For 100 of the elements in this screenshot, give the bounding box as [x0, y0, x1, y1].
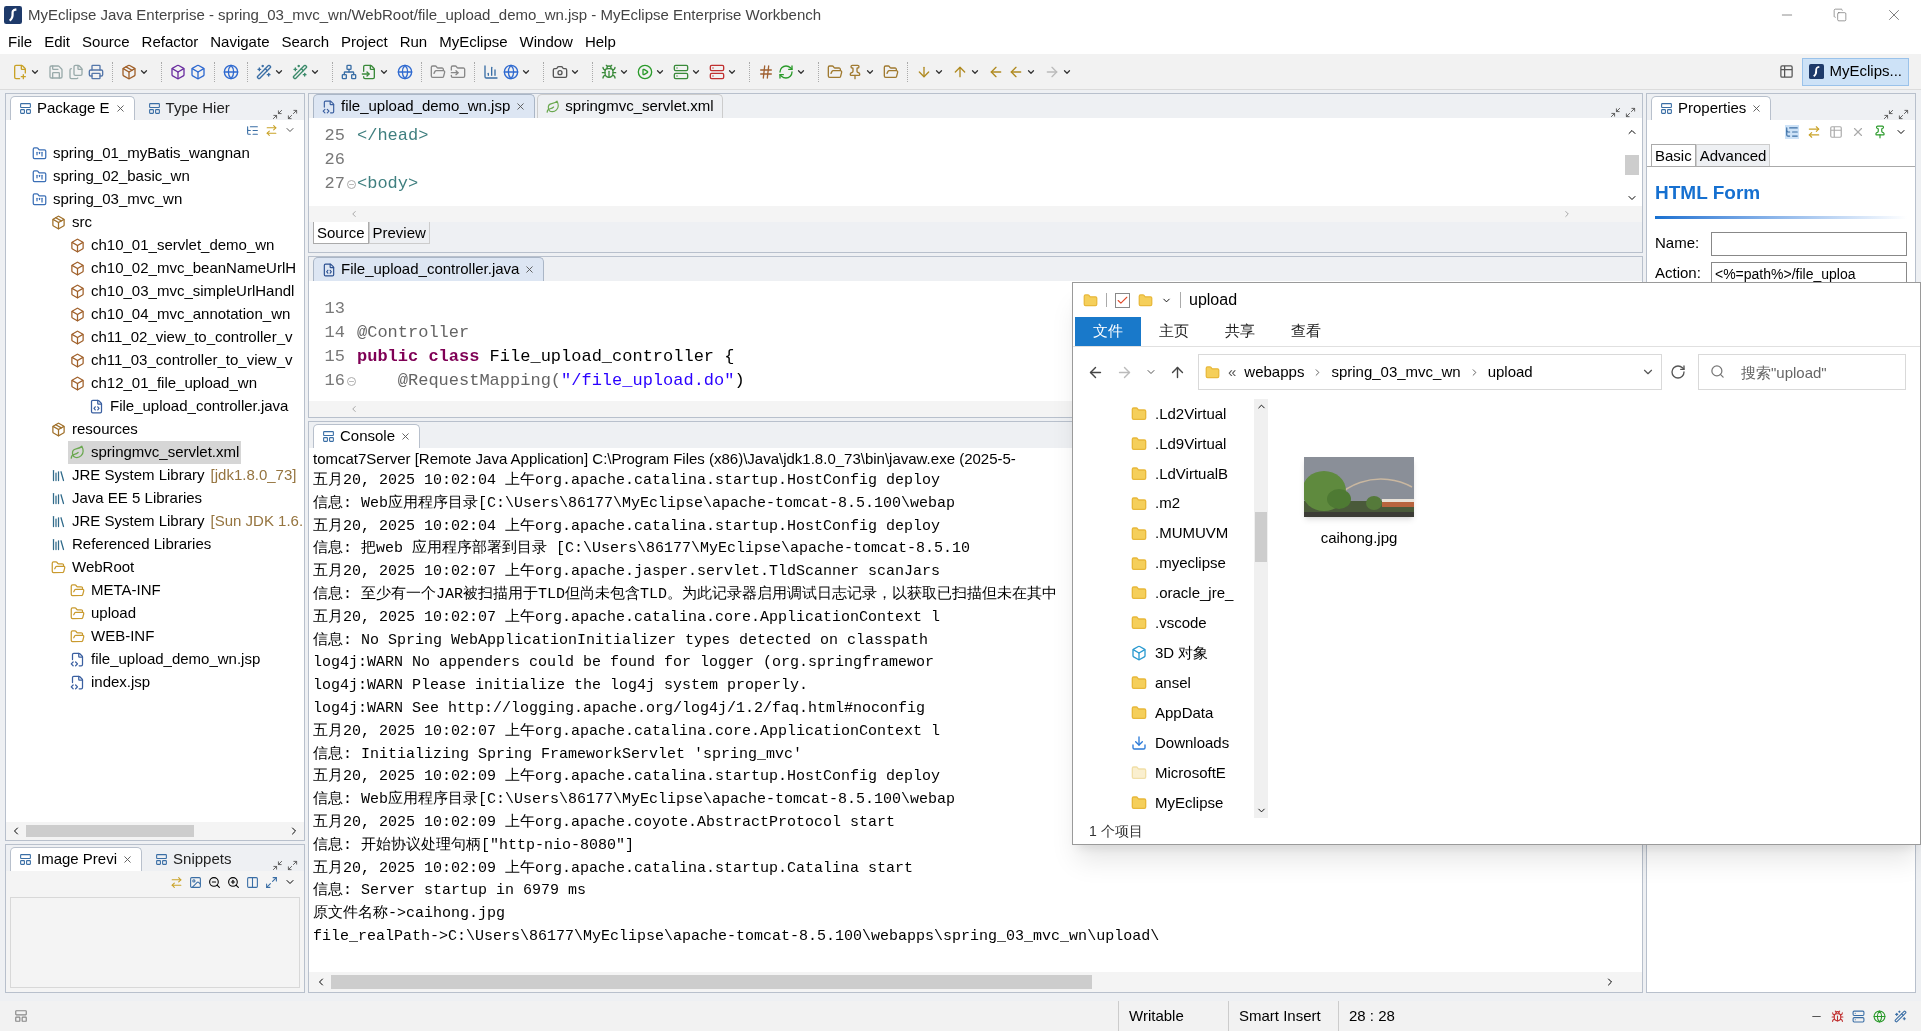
minimize-icon[interactable] [272, 860, 283, 871]
menu-item[interactable]: Project [335, 30, 394, 54]
zoom-out-icon[interactable] [208, 875, 221, 889]
menu-item[interactable]: Help [578, 30, 622, 54]
zoom-in-icon[interactable] [227, 875, 240, 889]
ribbon-tab[interactable]: 文件 [1075, 317, 1141, 346]
grid-icon[interactable] [758, 63, 774, 80]
minimize-icon[interactable] [1883, 109, 1894, 120]
minimize-icon[interactable] [1610, 107, 1621, 118]
editor-tab[interactable]: file_upload_demo_wn.jsp [313, 94, 536, 118]
close-icon[interactable] [524, 264, 536, 275]
nav-item[interactable]: .m2 [1131, 488, 1254, 519]
tree-item[interactable]: springmvc_servlet.xml [68, 441, 242, 464]
tree-item[interactable]: META-INF [68, 579, 163, 602]
nav-item[interactable]: .Ld9Virtual [1131, 428, 1254, 459]
section-tab[interactable]: Basic [1651, 144, 1696, 166]
camera-icon[interactable] [552, 63, 568, 80]
view-tab[interactable]: Type Hier [138, 96, 239, 120]
maximize-icon[interactable] [1625, 107, 1636, 118]
globe-icon[interactable] [397, 63, 413, 80]
view-tab[interactable]: Console [313, 424, 421, 448]
nav-item[interactable]: MicrosoftE [1131, 758, 1254, 788]
maximize-icon[interactable] [287, 860, 298, 871]
nav-item[interactable]: .MUMUVM [1131, 518, 1254, 549]
text-field[interactable] [1711, 231, 1907, 256]
close-icon[interactable] [122, 854, 134, 865]
menu-item[interactable]: MyEclipse [433, 30, 514, 54]
menu-item[interactable]: File [2, 30, 39, 54]
wand-icon[interactable] [256, 63, 272, 80]
image-icon[interactable] [189, 875, 202, 889]
scrollbar-thumb[interactable] [1255, 512, 1267, 562]
tree-item[interactable]: index.jsp [68, 671, 153, 694]
nav-item[interactable]: MyEclipse [1131, 788, 1254, 818]
perspective-button[interactable]: MyEclips... [1802, 57, 1909, 86]
menu-item[interactable]: Source [76, 30, 136, 54]
view-tab[interactable]: Properties [1651, 96, 1772, 120]
close-icon[interactable] [114, 103, 126, 114]
menu-item[interactable]: Run [393, 30, 434, 54]
folder-icon[interactable] [883, 63, 899, 80]
menu-item[interactable]: Window [513, 30, 579, 54]
address-bar[interactable]: « webapps spring_03_mvc_wn upload [1198, 354, 1662, 390]
server-icon[interactable] [1852, 1009, 1865, 1023]
tree-item[interactable]: ch10_03_mvc_simpleUrlHandl [68, 280, 297, 303]
maximize-icon[interactable] [287, 109, 298, 120]
tree-item[interactable]: spring_03_mvc_wn [30, 188, 185, 211]
server-icon[interactable] [709, 63, 725, 80]
nav-item[interactable]: .Ld2Virtual [1131, 399, 1254, 429]
nav-item[interactable]: .LdVirtualB [1131, 458, 1254, 489]
actual-size-icon[interactable] [246, 875, 259, 889]
tree-item[interactable]: spring_01_myBatis_wangnan [30, 142, 252, 165]
view-tab[interactable]: Image Previ [10, 847, 143, 871]
tree-item[interactable]: ch10_01_servlet_demo_wn [68, 234, 277, 257]
tree-item[interactable]: Java EE 5 Libraries [49, 487, 205, 510]
wand-icon[interactable] [1894, 1009, 1907, 1023]
mode-tab[interactable]: Source [313, 222, 369, 244]
cube-icon[interactable] [170, 63, 186, 80]
breadcrumb-item[interactable]: webapps [1244, 360, 1305, 384]
nav-item[interactable]: .myeclipse [1131, 548, 1254, 579]
print-icon[interactable] [88, 63, 104, 80]
close-icon[interactable] [1751, 103, 1763, 114]
open-perspective-icon[interactable] [1779, 64, 1795, 79]
scrollbar-thumb[interactable] [1625, 155, 1639, 175]
tree-item[interactable]: WebRoot [49, 556, 137, 579]
breadcrumb-item[interactable]: spring_03_mvc_wn [1331, 360, 1461, 384]
tree-item[interactable]: file_upload_demo_wn.jsp [68, 648, 263, 671]
file-icon[interactable] [361, 63, 377, 80]
menu-item[interactable]: Refactor [135, 30, 205, 54]
delete-icon[interactable] [1851, 125, 1865, 139]
menu-item[interactable]: Edit [38, 30, 77, 54]
scrollbar-thumb[interactable] [26, 825, 194, 837]
bug-icon[interactable] [1831, 1009, 1844, 1023]
close-icon[interactable] [515, 101, 527, 112]
refresh-icon[interactable] [1670, 364, 1686, 380]
minimize-icon[interactable] [272, 109, 283, 120]
tree-item[interactable]: JRE System Library [Sun JDK 1.6. [49, 510, 304, 533]
fast-view-icon[interactable] [14, 1009, 28, 1023]
tree-item[interactable]: ch11_02_view_to_controller_v [68, 326, 295, 349]
section-tab[interactable]: Advanced [1695, 144, 1771, 166]
close-icon[interactable] [400, 431, 412, 442]
wand-icon[interactable] [292, 63, 308, 80]
cube-icon[interactable] [190, 63, 206, 80]
view-tab[interactable]: Package E [10, 96, 135, 120]
package-icon[interactable] [121, 63, 137, 80]
server-icon[interactable] [673, 63, 689, 80]
globe-icon[interactable] [503, 63, 519, 80]
tree-item[interactable]: File_upload_controller.java [87, 395, 291, 418]
nav-item[interactable]: ansel [1131, 668, 1254, 699]
globe-icon[interactable] [1873, 1009, 1886, 1023]
search-field[interactable]: 搜索"upload" [1698, 354, 1906, 390]
tree-item[interactable]: ch11_03_controller_to_view_v [68, 349, 295, 372]
tree-item[interactable]: Referenced Libraries [49, 533, 214, 556]
folder-icon[interactable] [430, 63, 446, 80]
tree-icon[interactable] [1785, 125, 1799, 139]
checkbox-icon[interactable] [1115, 292, 1130, 308]
menu-item[interactable]: Navigate [204, 30, 276, 54]
bug-icon[interactable] [601, 63, 617, 80]
globe-icon[interactable] [223, 63, 239, 80]
tree-item[interactable]: src [49, 211, 94, 234]
tree-item[interactable]: spring_02_basic_wn [30, 165, 192, 188]
menu-item[interactable]: Search [275, 30, 335, 54]
